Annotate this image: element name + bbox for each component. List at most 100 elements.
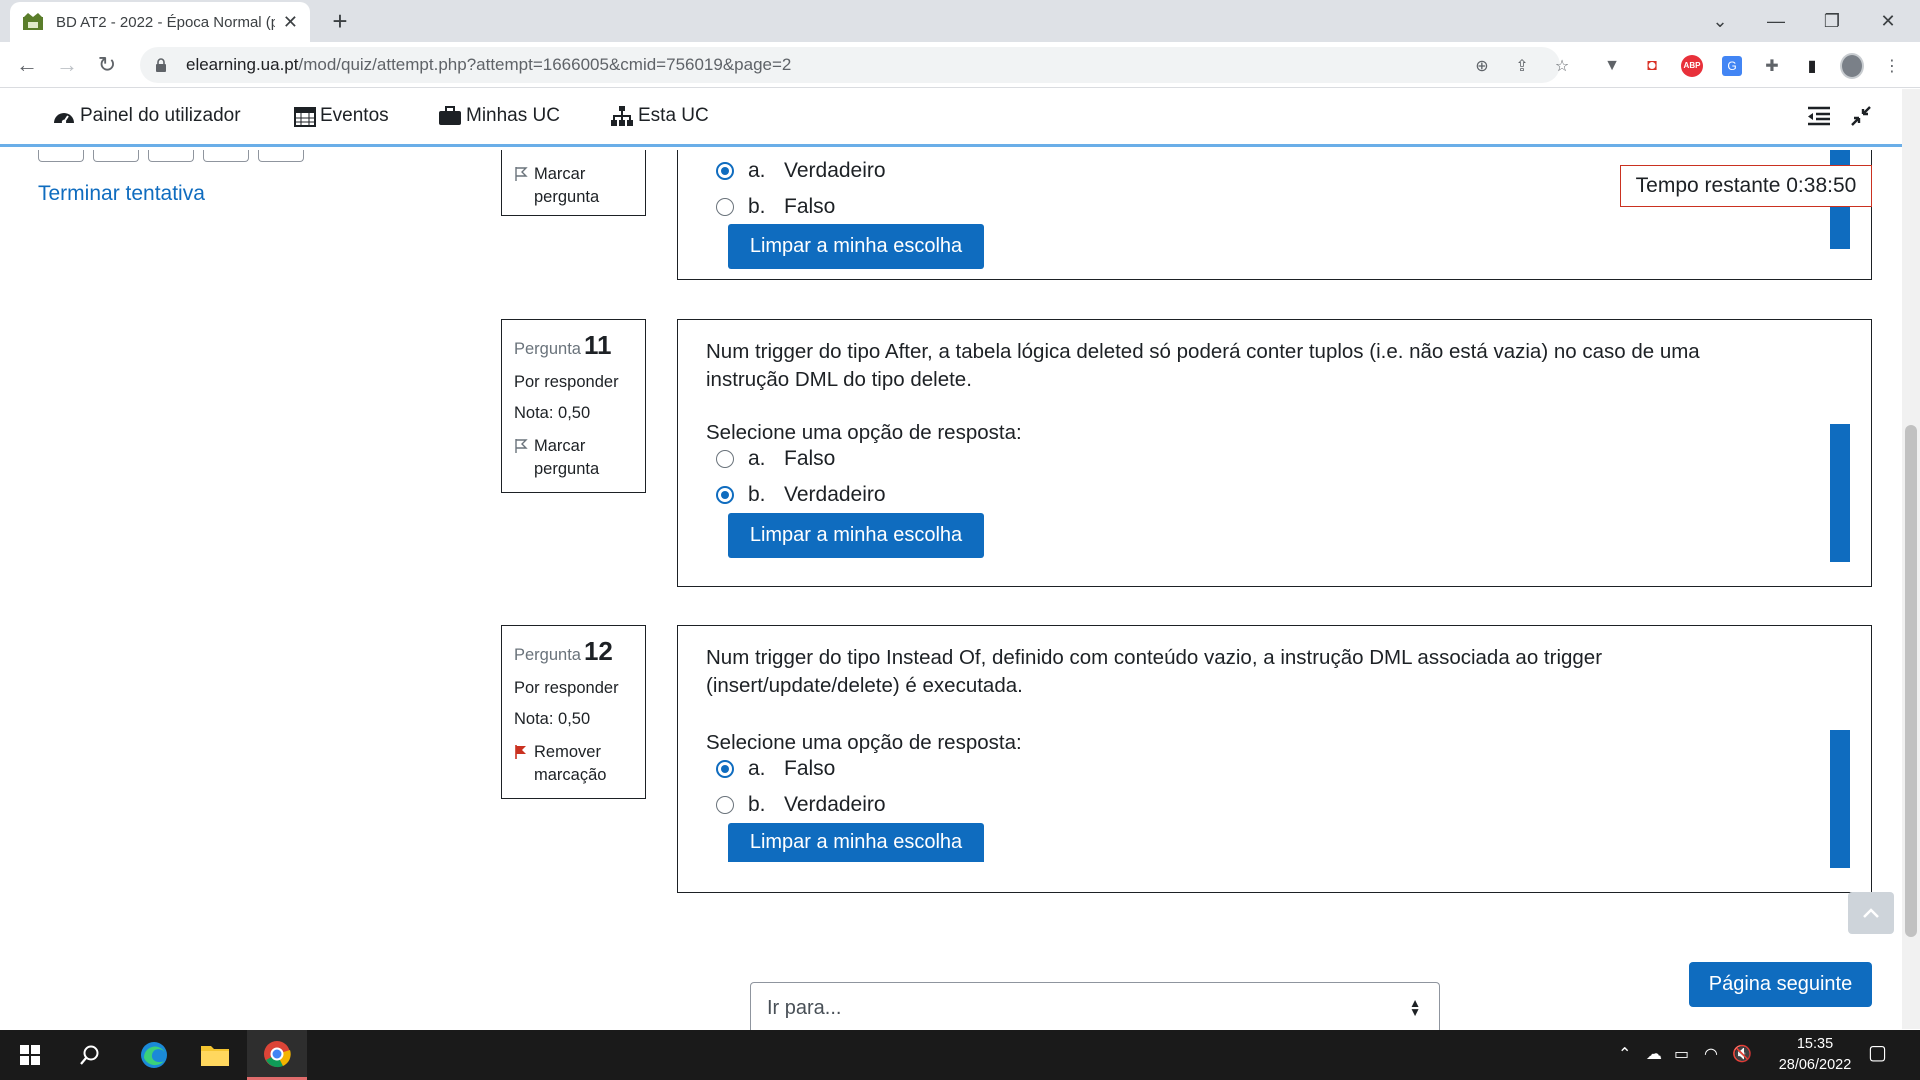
briefcase-icon <box>439 106 461 125</box>
sitemap-icon <box>611 106 633 126</box>
flag-label: marcação <box>534 766 607 784</box>
answer-prompt: Selecione uma opção de resposta: <box>706 731 1022 754</box>
answer-option[interactable]: a. Falso <box>716 757 835 781</box>
nav-events-label: Eventos <box>320 105 389 126</box>
option-letter: a. <box>748 447 766 470</box>
extension-shield-icon[interactable]: ◘ <box>1640 54 1664 78</box>
question-info-12: Pergunta 12 Por responder Nota: 0,50 Remo… <box>501 625 646 799</box>
file-explorer-icon[interactable] <box>185 1030 245 1080</box>
minimize-icon[interactable]: — <box>1748 0 1804 42</box>
nav-this-course-label: Esta UC <box>638 105 709 126</box>
quiz-nav-button[interactable] <box>148 150 194 162</box>
zoom-icon[interactable]: ⊕ <box>1470 54 1494 78</box>
windows-taskbar: ⌃ ☁ ▭ ◠ 🔇 15:35 28/06/2022 ▢ <box>0 1030 1920 1080</box>
browser-tabstrip: BD AT2 - 2022 - Época Normal (p ✕ + ⌄ — … <box>0 0 1920 42</box>
collapse-fullscreen-icon[interactable] <box>1850 105 1876 127</box>
close-window-icon[interactable]: ✕ <box>1860 0 1916 42</box>
nav-my-courses[interactable]: Minhas UC <box>438 105 560 127</box>
nav-events[interactable]: Eventos <box>294 105 389 127</box>
answer-option[interactable]: b. Verdadeiro <box>716 483 886 507</box>
scrollbar-thumb[interactable] <box>1905 425 1917 937</box>
select-arrows-icon: ▲ ▼ <box>1409 996 1421 1019</box>
nav-this-course[interactable]: Esta UC <box>610 105 709 127</box>
option-letter: b. <box>748 793 766 816</box>
notifications-icon[interactable]: ▢ <box>1868 1040 1887 1065</box>
clear-choice-button[interactable]: Limpar a minha escolha <box>728 513 984 558</box>
flag-question-button[interactable]: Marcar pergunta <box>514 163 633 209</box>
windows-start-icon[interactable] <box>0 1030 60 1080</box>
answer-option[interactable]: a. Falso <box>716 447 835 471</box>
browser-tab[interactable]: BD AT2 - 2022 - Época Normal (p ✕ <box>10 2 310 42</box>
menu-icon[interactable]: ⋮ <box>1880 54 1904 78</box>
question-text: Num trigger do tipo Instead Of, definido… <box>706 646 1603 697</box>
reload-icon[interactable]: ↻ <box>92 50 122 80</box>
question-scrollbar[interactable] <box>1830 730 1850 868</box>
option-text: Falso <box>784 757 836 780</box>
radio-selected[interactable] <box>716 486 734 504</box>
quiz-nav-button[interactable] <box>203 150 249 162</box>
flag-label: Remover <box>534 743 601 761</box>
drawer-toggle-icon[interactable] <box>1806 105 1836 127</box>
question-scrollbar[interactable] <box>1830 424 1850 562</box>
answer-prompt: Selecione uma opção de resposta: <box>706 421 1022 444</box>
quiz-nav-button[interactable] <box>38 150 84 162</box>
back-icon[interactable]: ← <box>12 50 42 80</box>
radio-selected[interactable] <box>716 162 734 180</box>
next-page-button[interactable]: Página seguinte <box>1689 962 1872 1007</box>
question-info-10: Marcar pergunta <box>501 150 646 216</box>
onedrive-icon[interactable]: ☁ <box>1646 1044 1662 1064</box>
radio-unselected[interactable] <box>716 450 734 468</box>
clear-choice-button[interactable]: Limpar a minha escolha <box>728 224 984 269</box>
battery-icon[interactable]: ▭ <box>1674 1044 1689 1064</box>
chevron-up-icon <box>1863 908 1879 918</box>
remove-flag-button[interactable]: Remover marcação <box>514 741 633 787</box>
volume-mute-icon[interactable]: 🔇 <box>1732 1044 1752 1064</box>
star-icon[interactable]: ☆ <box>1550 54 1574 78</box>
sidepanel-icon[interactable]: ▮ <box>1800 54 1824 78</box>
chrome-taskbar-icon[interactable] <box>247 1030 307 1080</box>
radio-unselected[interactable] <box>716 198 734 216</box>
answer-option[interactable]: a. Verdadeiro <box>716 159 886 183</box>
nav-dashboard-label: Painel do utilizador <box>80 105 241 126</box>
adblock-icon[interactable]: ABP <box>1680 54 1704 78</box>
edge-icon[interactable] <box>124 1030 184 1080</box>
quiz-nav-button[interactable] <box>93 150 139 162</box>
option-text: Falso <box>784 195 836 218</box>
nav-my-courses-label: Minhas UC <box>466 105 560 126</box>
question-number: 12 <box>583 636 613 666</box>
extension-filter-icon[interactable]: ▼ <box>1600 54 1624 78</box>
share-icon[interactable]: ⇪ <box>1510 54 1534 78</box>
translate-icon[interactable]: G <box>1720 54 1744 78</box>
forward-icon[interactable]: → <box>52 50 82 80</box>
flag-label: pergunta <box>534 188 600 206</box>
new-tab-icon[interactable]: + <box>326 7 354 35</box>
clear-choice-button[interactable]: Limpar a minha escolha <box>728 823 984 862</box>
wifi-icon[interactable]: ◠ <box>1704 1044 1718 1064</box>
jump-to-select[interactable]: Ir para... ▲ ▼ <box>750 982 1440 1032</box>
moodle-navbar: Painel do utilizador Eventos Minhas UC E… <box>0 89 1902 147</box>
profile-avatar[interactable] <box>1840 53 1864 79</box>
puzzle-extensions-icon[interactable]: ✚ <box>1760 54 1784 78</box>
page-scrollbar[interactable] <box>1902 89 1920 1029</box>
quiz-nav-button[interactable] <box>258 150 304 162</box>
question-info-11: Pergunta 11 Por responder Nota: 0,50 Marc… <box>501 319 646 493</box>
restore-icon[interactable]: ❐ <box>1804 0 1860 42</box>
address-bar[interactable]: elearning.ua.pt/mod/quiz/attempt.php?att… <box>140 47 1560 83</box>
flag-question-button[interactable]: Marcar pergunta <box>514 435 633 481</box>
tab-search-icon[interactable]: ⌄ <box>1692 0 1748 42</box>
finish-attempt-link[interactable]: Terminar tentativa <box>38 182 205 206</box>
answer-option[interactable]: b. Falso <box>716 195 835 219</box>
tab-close-icon[interactable]: ✕ <box>283 12 298 33</box>
answer-option[interactable]: b. Verdadeiro <box>716 793 886 817</box>
dashboard-icon <box>54 113 74 125</box>
radio-unselected[interactable] <box>716 796 734 814</box>
search-icon[interactable] <box>60 1030 120 1080</box>
taskbar-clock[interactable]: 15:35 28/06/2022 <box>1760 1034 1870 1076</box>
nav-dashboard[interactable]: Painel do utilizador <box>52 105 241 127</box>
flag-label: Marcar <box>534 165 586 183</box>
flag-outline-icon <box>515 439 528 453</box>
back-to-top-button[interactable] <box>1848 892 1894 934</box>
tray-chevron-icon[interactable]: ⌃ <box>1618 1044 1631 1064</box>
radio-selected[interactable] <box>716 760 734 778</box>
question-box-11: Num trigger do tipo After, a tabela lógi… <box>677 319 1872 587</box>
